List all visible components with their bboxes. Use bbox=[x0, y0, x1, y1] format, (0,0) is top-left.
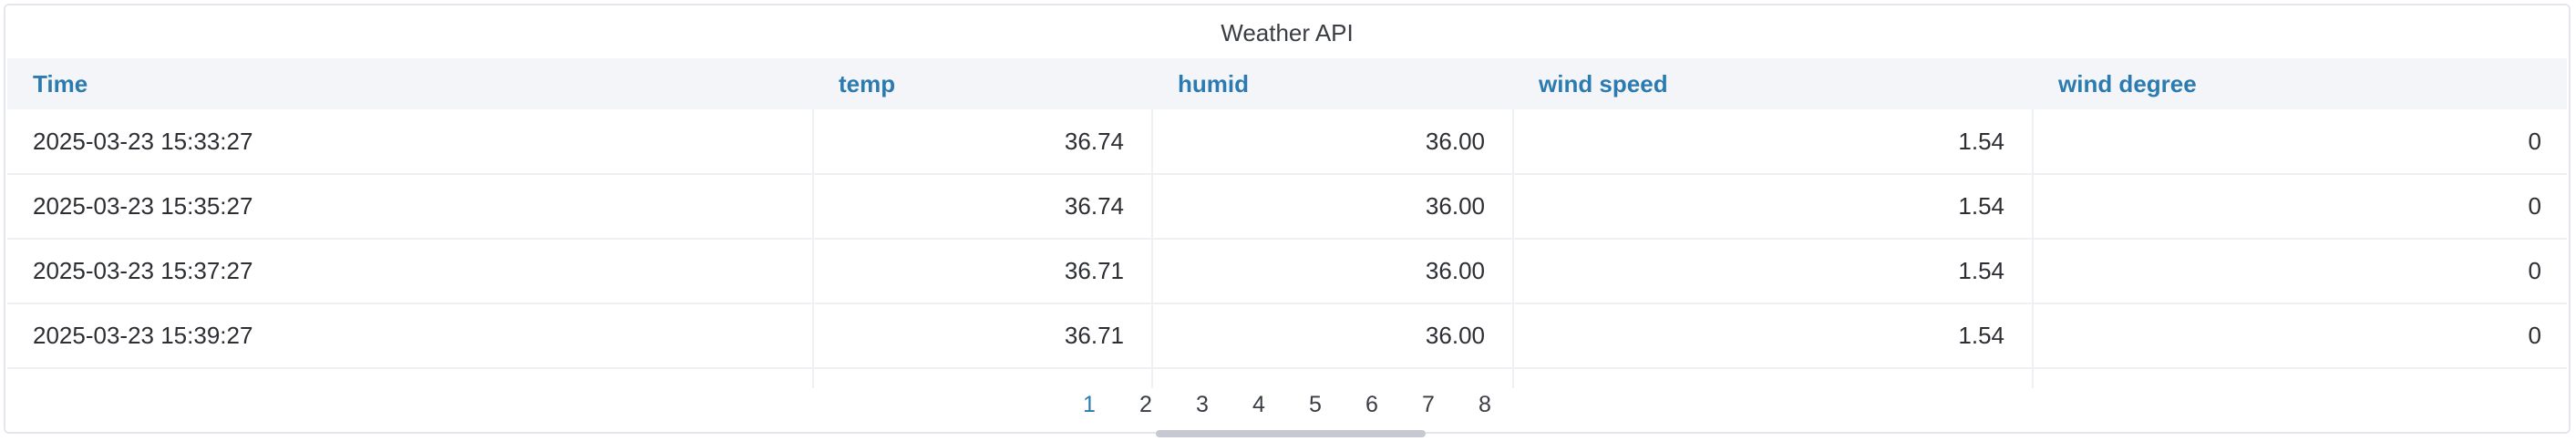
column-header-wind-degree[interactable]: wind degree bbox=[2033, 58, 2567, 109]
cell-wind-degree: 0 bbox=[2528, 257, 2541, 284]
weather-table: Time temp humid wind speed wind degree 2… bbox=[7, 58, 2567, 388]
cell-temp bbox=[813, 368, 1153, 388]
page-link-1[interactable]: 1 bbox=[1061, 392, 1118, 418]
table-row bbox=[7, 368, 2567, 388]
table-row: 2025-03-23 15:35:27 36.74 36.00 1.54 0 bbox=[7, 174, 2567, 239]
cell-wind-degree: 0 bbox=[2528, 322, 2541, 349]
cell-wind-speed: 1.54 bbox=[1513, 303, 2034, 368]
page-link-7[interactable]: 7 bbox=[1400, 392, 1457, 418]
cell-wind-speed: 1.54 bbox=[1513, 239, 2034, 303]
page-link-3[interactable]: 3 bbox=[1174, 392, 1231, 418]
panel-title: Weather API bbox=[1221, 19, 1354, 46]
page-link-5[interactable]: 5 bbox=[1287, 392, 1344, 418]
table-row: 2025-03-23 15:33:27 36.74 36.00 1.54 0 bbox=[7, 109, 2567, 174]
cell-time: 2025-03-23 15:37:27 bbox=[7, 239, 814, 303]
page-link-2[interactable]: 2 bbox=[1118, 392, 1174, 418]
cell-wind-speed: 1.54 bbox=[1513, 109, 2034, 174]
horizontal-scrollbar[interactable] bbox=[1156, 430, 1426, 437]
cell-wind-degree: 0 bbox=[2528, 127, 2541, 155]
cell-wind-speed: 1.54 bbox=[1513, 174, 2034, 239]
table-header-row: Time temp humid wind speed wind degree bbox=[7, 58, 2567, 109]
column-header-wind-speed[interactable]: wind speed bbox=[1513, 58, 2033, 109]
page-link-4[interactable]: 4 bbox=[1231, 392, 1287, 418]
cell-wind-speed bbox=[1513, 368, 2034, 388]
cell-humid: 36.00 bbox=[1152, 303, 1514, 368]
cell-time: 2025-03-23 15:39:27 bbox=[7, 303, 814, 368]
column-header-time[interactable]: Time bbox=[7, 58, 813, 109]
cell-humid: 36.00 bbox=[1152, 174, 1514, 239]
cell-temp: 36.71 bbox=[813, 303, 1153, 368]
table-row: 2025-03-23 15:37:27 36.71 36.00 1.54 0 bbox=[7, 239, 2567, 303]
cell-temp: 36.74 bbox=[813, 109, 1153, 174]
cell-wind-degree: 0 bbox=[2528, 192, 2541, 220]
column-header-temp[interactable]: temp bbox=[813, 58, 1152, 109]
cell-temp: 36.71 bbox=[813, 239, 1153, 303]
cell-time: 2025-03-23 15:35:27 bbox=[7, 174, 814, 239]
cell-wind-degree bbox=[2033, 368, 2567, 388]
cell-time: 2025-03-23 15:33:27 bbox=[7, 109, 814, 174]
cell-humid bbox=[1152, 368, 1514, 388]
column-header-humid[interactable]: humid bbox=[1152, 58, 1513, 109]
pagination: 12345678 bbox=[5, 392, 2569, 428]
cell-temp: 36.74 bbox=[813, 174, 1153, 239]
cell-time bbox=[7, 368, 814, 388]
weather-api-panel: Weather API Time temp humid wind speed w… bbox=[4, 4, 2571, 437]
page-link-8[interactable]: 8 bbox=[1457, 392, 1513, 418]
cell-humid: 36.00 bbox=[1152, 239, 1514, 303]
table-container[interactable]: Time temp humid wind speed wind degree 2… bbox=[7, 58, 2567, 388]
table-row: 2025-03-23 15:39:27 36.71 36.00 1.54 0 bbox=[7, 303, 2567, 368]
page-link-6[interactable]: 6 bbox=[1344, 392, 1400, 418]
cell-humid: 36.00 bbox=[1152, 109, 1514, 174]
